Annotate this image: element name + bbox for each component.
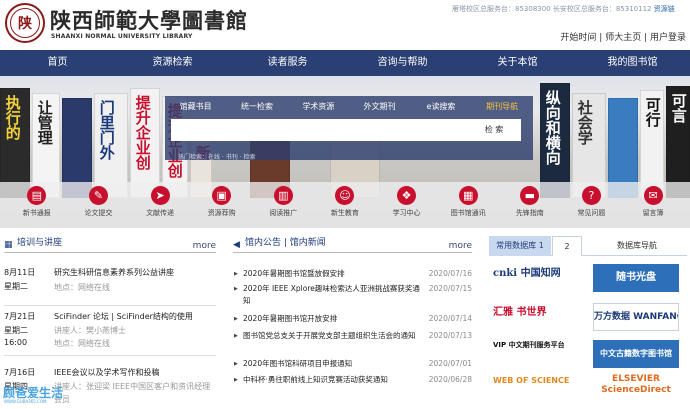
tab-common-databases-2[interactable]: 2 [552,236,582,256]
training-more-link[interactable]: more [193,239,216,254]
top-links: 开始时间 | 师大主页 | 用户登录 [560,33,686,43]
document-delivery-icon: ➤ [150,186,170,205]
tab-notices[interactable]: 馆内公告 [245,238,281,248]
db-web-of-science[interactable]: WEB OF SCIENCE [493,376,579,404]
db-cnki[interactable]: cnki 中国知网 [493,264,579,292]
quick-link-document-delivery[interactable]: ➤ 文献传递 [132,182,188,228]
quick-link-learning-center[interactable]: ❖ 学习中心 [379,182,435,228]
hot-searches[interactable]: 热门检索：在线 · 书刊 · 检索 [178,152,255,161]
tab-unified-search[interactable]: 统一检索 [226,96,287,117]
reading-promotion-icon: ▥ [273,186,293,205]
search-panel: 馆藏书目 统一检索 学术资源 外文期刊 e读搜索 期刊导航 检 索 [165,96,533,160]
search-button[interactable]: 检 索 [469,119,519,141]
learning-center-icon: ❖ [397,186,417,205]
banner-book: 纵向和横向 [540,83,570,198]
event-item[interactable]: 8月11日 星期二 研究生科研信息素养系列公益讲座 地点：网络在线 [4,262,216,306]
tab-journal-navigation[interactable]: 期刊导航 [472,96,533,117]
nav-resource-search[interactable]: 资源检索 [115,50,230,76]
tab-foreign-journals[interactable]: 外文期刊 [349,96,410,117]
triangle-bullet-icon: ▶ [234,316,238,322]
db-vip[interactable]: VIP 中文期刊服务平台 [493,340,579,368]
faq-icon: ? [581,186,601,205]
vpn-link[interactable]: 资源链 [654,5,675,13]
university-home-link[interactable]: 师大主页 [605,33,641,43]
triangle-bullet-icon: ▶ [234,361,238,367]
quick-link-recommend-purchase[interactable]: ▣ 资源荐购 [194,182,250,228]
notices-panel: ◀ 馆内公告 | 馆内新闻 more ▶ 2020年暑期图书馆暨放假安排 202… [233,236,472,384]
notices-more-link[interactable]: more [449,239,472,254]
event-title[interactable]: 研究生科研信息素养系列公益讲座 [54,267,174,278]
freshman-education-icon: ☺ [335,186,355,205]
thesis-submit-icon: ✎ [88,186,108,205]
quick-link-freshman-education[interactable]: ☺ 新生教育 [317,182,373,228]
quick-link-new-books[interactable]: ▤ 新书通报 [9,182,65,228]
pioneer-guide-icon: ▬ [520,186,540,205]
triangle-bullet-icon: ▶ [234,333,238,339]
quick-link-pioneer-guide[interactable]: ▬ 先锋指南 [502,182,558,228]
quick-link-thesis-submit[interactable]: ✎ 论文提交 [70,182,126,228]
database-panel: 常用数据库 1 2 数据库导航 cnki 中国知网 随书光盘 汇雅 书世界 万方… [489,236,687,406]
triangle-bullet-icon: ▶ [234,286,238,292]
training-title: 培训与讲座 [17,238,63,248]
db-wanfang[interactable]: 万方数据 WANFANG DATA [593,303,679,331]
tab-common-databases-1[interactable]: 常用数据库 1 [489,236,551,256]
notices-header: ◀ 馆内公告 | 馆内新闻 more [233,236,472,253]
quick-links-bar: ▤ 新书通报 ✎ 论文提交 ➤ 文献传递 ▣ 资源荐购 ▥ 阅读推广 ☺ 新生教育 ❖ 学习中… [0,182,690,228]
library-newsletter-icon: ▦ [458,186,478,205]
quick-link-reading-promotion[interactable]: ▥ 阅读推广 [255,182,311,228]
nav-reader-services[interactable]: 读者服务 [230,50,345,76]
nav-my-library[interactable]: 我的图书馆 [575,50,690,76]
start-time-link[interactable]: 开始时间 [560,33,596,43]
database-tabs: 常用数据库 1 2 数据库导航 [489,236,687,256]
service-desk-phones: 雁塔校区总服务台：85308300 长安校区总服务台：85310112 资源链 [452,5,675,13]
quick-link-faq[interactable]: ? 常见问题 [563,182,619,228]
nav-about[interactable]: 关于本馆 [460,50,575,76]
search-tabs: 馆藏书目 统一检索 学术资源 外文期刊 e读搜索 期刊导航 [165,96,533,117]
event-item[interactable]: 7月21日 星期二 16:00 SciFinder 论坛 | SciFinder… [4,306,216,356]
user-login-link[interactable]: 用户登录 [650,33,686,43]
nav-home[interactable]: 首页 [0,50,115,76]
tab-academic-resources[interactable]: 学术资源 [288,96,349,117]
training-panel: ▦ 培训与讲座 more 8月11日 星期二 研究生科研信息素养系列公益讲座 地… [4,236,216,406]
tab-e-read-search[interactable]: e读搜索 [410,96,471,117]
speaker-icon: ◀ [233,240,240,250]
tab-catalog[interactable]: 馆藏书目 [165,96,226,117]
quick-link-library-newsletter[interactable]: ▦ 图书馆通讯 [440,182,496,228]
recommend-purchase-icon: ▣ [212,186,232,205]
quick-link-guestbook[interactable]: ✉ 留言簿 [625,182,681,228]
training-header: ▦ 培训与讲座 more [4,236,216,253]
tab-news[interactable]: 馆内新闻 [290,238,326,248]
guestbook-icon: ✉ [643,186,663,205]
triangle-bullet-icon: ▶ [234,377,238,383]
library-title[interactable]: 陕西師範大學圖書館 [50,5,248,35]
triangle-bullet-icon: ▶ [234,271,238,277]
event-title[interactable]: SciFinder 论坛 | SciFinder结构的使用 [54,311,193,322]
watermark-url: WWW.GUBA365.COM [4,399,47,404]
calendar-icon: ▦ [4,240,13,250]
db-ancient-books[interactable]: 中文古籍数字图书馆 [593,340,679,368]
db-sciencedirect[interactable]: ELSEVIER ScienceDirect [593,374,679,402]
nav-consult-help[interactable]: 咨询与帮助 [345,50,460,76]
db-book-cd[interactable]: 随书光盘 [593,264,679,292]
university-seal-logo[interactable]: 陕 [5,3,45,43]
site-header: 陕 陕西師範大學圖書館 SHAANXI NORMAL UNIVERSITY LI… [0,0,690,50]
event-title[interactable]: IEEE会议以及学术写作和投稿 [54,367,160,378]
tab-database-navigation[interactable]: 数据库导航 [597,236,677,256]
db-huiya[interactable]: 汇雅 书世界 [493,303,579,331]
main-nav: 首页 资源检索 读者服务 咨询与帮助 关于本馆 我的图书馆 [0,50,690,76]
library-title-en: SHAANXI NORMAL UNIVERSITY LIBRARY [51,33,193,40]
new-book-icon: ▤ [27,186,47,205]
